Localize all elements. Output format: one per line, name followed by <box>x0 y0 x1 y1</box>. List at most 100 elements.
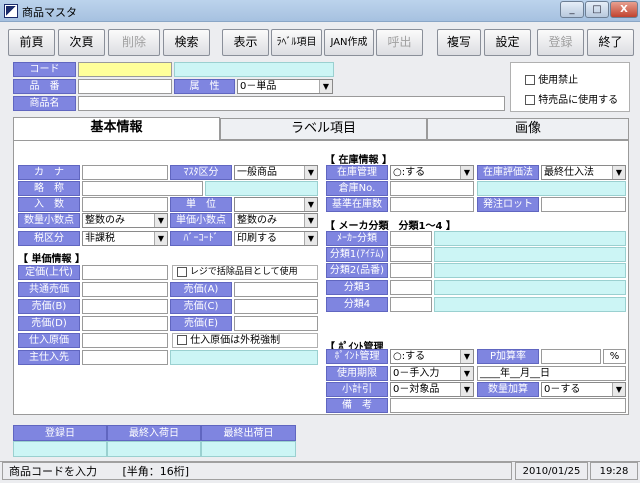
chevron-down-icon: ▼ <box>460 350 473 363</box>
kijun-label: 基準在庫数 <box>326 197 388 212</box>
shokei-select[interactable]: 0－対象品 ▼ <box>390 382 474 397</box>
chevron-down-icon: ▼ <box>612 166 625 179</box>
settings-button[interactable]: 設定 <box>484 29 531 56</box>
baika-c-input[interactable] <box>234 299 318 314</box>
shiiresaki-input[interactable] <box>82 350 168 365</box>
master-kubun-select[interactable]: 一般商品 ▼ <box>234 165 318 180</box>
special-checkbox[interactable] <box>525 95 535 105</box>
hacchu-input[interactable] <box>541 197 626 212</box>
chevron-down-icon: ▼ <box>319 80 332 93</box>
baika-e-label: 売価(E) <box>170 316 232 331</box>
bunrui4-input[interactable] <box>390 297 432 312</box>
copy-button[interactable]: 複写 <box>437 29 481 56</box>
point-kanri-select[interactable]: ○:する ▼ <box>390 349 474 364</box>
teika-input[interactable] <box>82 265 168 280</box>
status-date: 2010/01/25 <box>515 462 588 480</box>
ryaku-label: 略 称 <box>18 181 80 196</box>
bunrui2-input[interactable] <box>390 263 432 278</box>
regi-exclude-option[interactable]: レジで括除品目として使用 <box>172 265 318 280</box>
kijun-input[interactable] <box>390 197 474 212</box>
stock-section-title: 【 在庫情報 】 <box>325 155 392 166</box>
code-input[interactable] <box>78 62 172 77</box>
irisu-input[interactable] <box>82 197 168 212</box>
chevron-down-icon: ▼ <box>154 232 167 245</box>
barcode-select[interactable]: 印刷する ▼ <box>234 231 318 246</box>
minimize-button[interactable]: _ <box>560 1 584 18</box>
delete-button[interactable]: 削除 <box>108 29 160 56</box>
kigen-date-input[interactable]: ____年__月__日 <box>477 366 626 381</box>
tab-image[interactable]: 画像 <box>427 118 629 140</box>
chevron-down-icon: ▼ <box>304 166 317 179</box>
status-hint: [半角：16桁] <box>122 465 190 478</box>
shiire-tax-checkbox[interactable] <box>177 335 187 345</box>
percent-unit: % <box>603 349 626 364</box>
shiire-input[interactable] <box>82 333 168 348</box>
next-page-button[interactable]: 次頁 <box>58 29 105 56</box>
tani-label: 単 位 <box>170 197 232 212</box>
qty-dec-select[interactable]: 整数のみ ▼ <box>82 213 168 228</box>
maximize-button[interactable]: □ <box>585 1 609 18</box>
qty-add-select[interactable]: 0－する ▼ <box>541 382 626 397</box>
biko-input[interactable] <box>390 398 626 413</box>
kana-input[interactable] <box>82 165 168 180</box>
prev-page-button[interactable]: 前頁 <box>8 29 55 56</box>
tax-select[interactable]: 非課税 ▼ <box>82 231 168 246</box>
disable-option[interactable]: 使用禁止 <box>525 71 578 86</box>
app-icon <box>4 4 18 18</box>
chevron-down-icon: ▼ <box>304 232 317 245</box>
maker-input[interactable] <box>390 231 432 246</box>
disable-checkbox[interactable] <box>525 75 535 85</box>
status-time: 19:28 <box>590 462 638 480</box>
attr-select[interactable]: 0－単品 ▼ <box>237 79 333 94</box>
registered-date-header: 登録日 <box>13 425 107 441</box>
baika-e-input[interactable] <box>234 316 318 331</box>
jan-create-button[interactable]: JAN作成 <box>324 29 374 56</box>
bunrui1-display <box>434 247 626 262</box>
shokei-value: 0－対象品 <box>393 384 440 395</box>
regi-exclude-checkbox[interactable] <box>177 266 187 277</box>
bunrui3-input[interactable] <box>390 280 432 295</box>
baika-a-input[interactable] <box>234 282 318 297</box>
hinban-input[interactable] <box>78 79 172 94</box>
special-option[interactable]: 特売品に使用する <box>525 91 618 106</box>
chevron-down-icon: ▼ <box>460 166 473 179</box>
price-dec-select[interactable]: 整数のみ ▼ <box>234 213 318 228</box>
attr-label: 属 性 <box>174 79 235 94</box>
label-item-button[interactable]: ﾗﾍﾞﾙ項目 <box>271 29 322 56</box>
chevron-down-icon: ▼ <box>304 214 317 227</box>
disable-option-label: 使用禁止 <box>538 75 579 86</box>
name-input[interactable] <box>78 96 505 111</box>
baika-a-label: 売価(A) <box>170 282 232 297</box>
attr-select-value: 0－単品 <box>240 81 277 92</box>
qty-add-label: 数量加算 <box>477 382 539 397</box>
call-button[interactable]: 呼出 <box>376 29 423 56</box>
shiire-tax-option[interactable]: 仕入原価は外税強制 <box>172 333 318 348</box>
kyotsu-input[interactable] <box>82 282 168 297</box>
last-shipment-header: 最終出荷日 <box>201 425 296 441</box>
tab-label[interactable]: ラベル項目 <box>220 118 427 140</box>
kigen-select[interactable]: 0－手入力 ▼ <box>390 366 474 381</box>
close-button[interactable]: X <box>610 1 638 18</box>
bunrui1-input[interactable] <box>390 247 432 262</box>
register-button[interactable]: 登録 <box>537 29 584 56</box>
shiiresaki-display <box>170 350 318 365</box>
bunrui1-label: 分類1(ｱｲﾃﾑ) <box>326 247 388 262</box>
ryaku-display <box>205 181 318 196</box>
point-rate-input[interactable] <box>541 349 601 364</box>
search-button[interactable]: 検索 <box>163 29 210 56</box>
tani-select[interactable]: ▼ <box>234 197 318 212</box>
end-button[interactable]: 終了 <box>587 29 634 56</box>
soko-display <box>477 181 626 196</box>
qty-add-value: 0－する <box>544 384 581 395</box>
display-button[interactable]: 表示 <box>222 29 269 56</box>
stock-kanri-select[interactable]: ○:する ▼ <box>390 165 474 180</box>
point-rate-label: P加算率 <box>477 349 539 364</box>
tax-label: 税区分 <box>18 231 80 246</box>
ryaku-input[interactable] <box>82 181 203 196</box>
tab-basic[interactable]: 基本情報 <box>13 117 220 141</box>
baika-d-input[interactable] <box>82 316 168 331</box>
stock-hyoka-select[interactable]: 最終仕入法 ▼ <box>541 165 626 180</box>
registered-date-value <box>13 441 107 457</box>
baika-b-input[interactable] <box>82 299 168 314</box>
soko-input[interactable] <box>390 181 474 196</box>
